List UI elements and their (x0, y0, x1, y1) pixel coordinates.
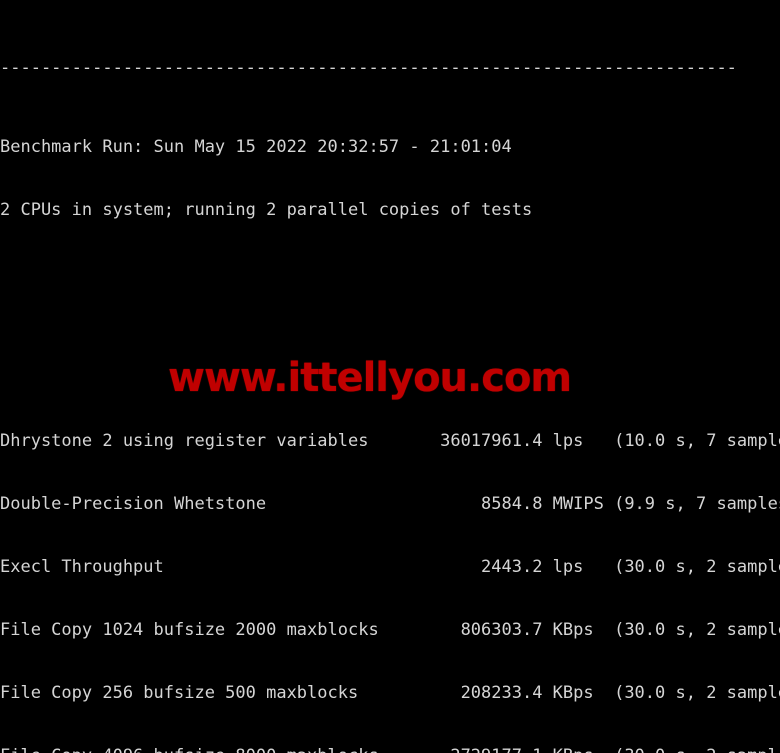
result-row: File Copy 256 bufsize 500 maxblocks 2082… (0, 683, 780, 703)
result-row: Dhrystone 2 using register variables 360… (0, 431, 780, 451)
result-row: Double-Precision Whetstone 8584.8 MWIPS … (0, 494, 780, 514)
result-row: File Copy 4096 bufsize 8000 maxblocks 27… (0, 746, 780, 753)
top-divider-rule: ----------------------------------------… (0, 58, 737, 78)
result-row: File Copy 1024 bufsize 2000 maxblocks 80… (0, 620, 780, 640)
result-row: Execl Throughput 2443.2 lps (30.0 s, 2 s… (0, 557, 780, 577)
cpu-info-line: 2 CPUs in system; running 2 parallel cop… (0, 200, 533, 220)
benchmark-run-line: Benchmark Run: Sun May 15 2022 20:32:57 … (0, 137, 512, 157)
terminal-output[interactable]: ----------------------------------------… (0, 0, 780, 753)
